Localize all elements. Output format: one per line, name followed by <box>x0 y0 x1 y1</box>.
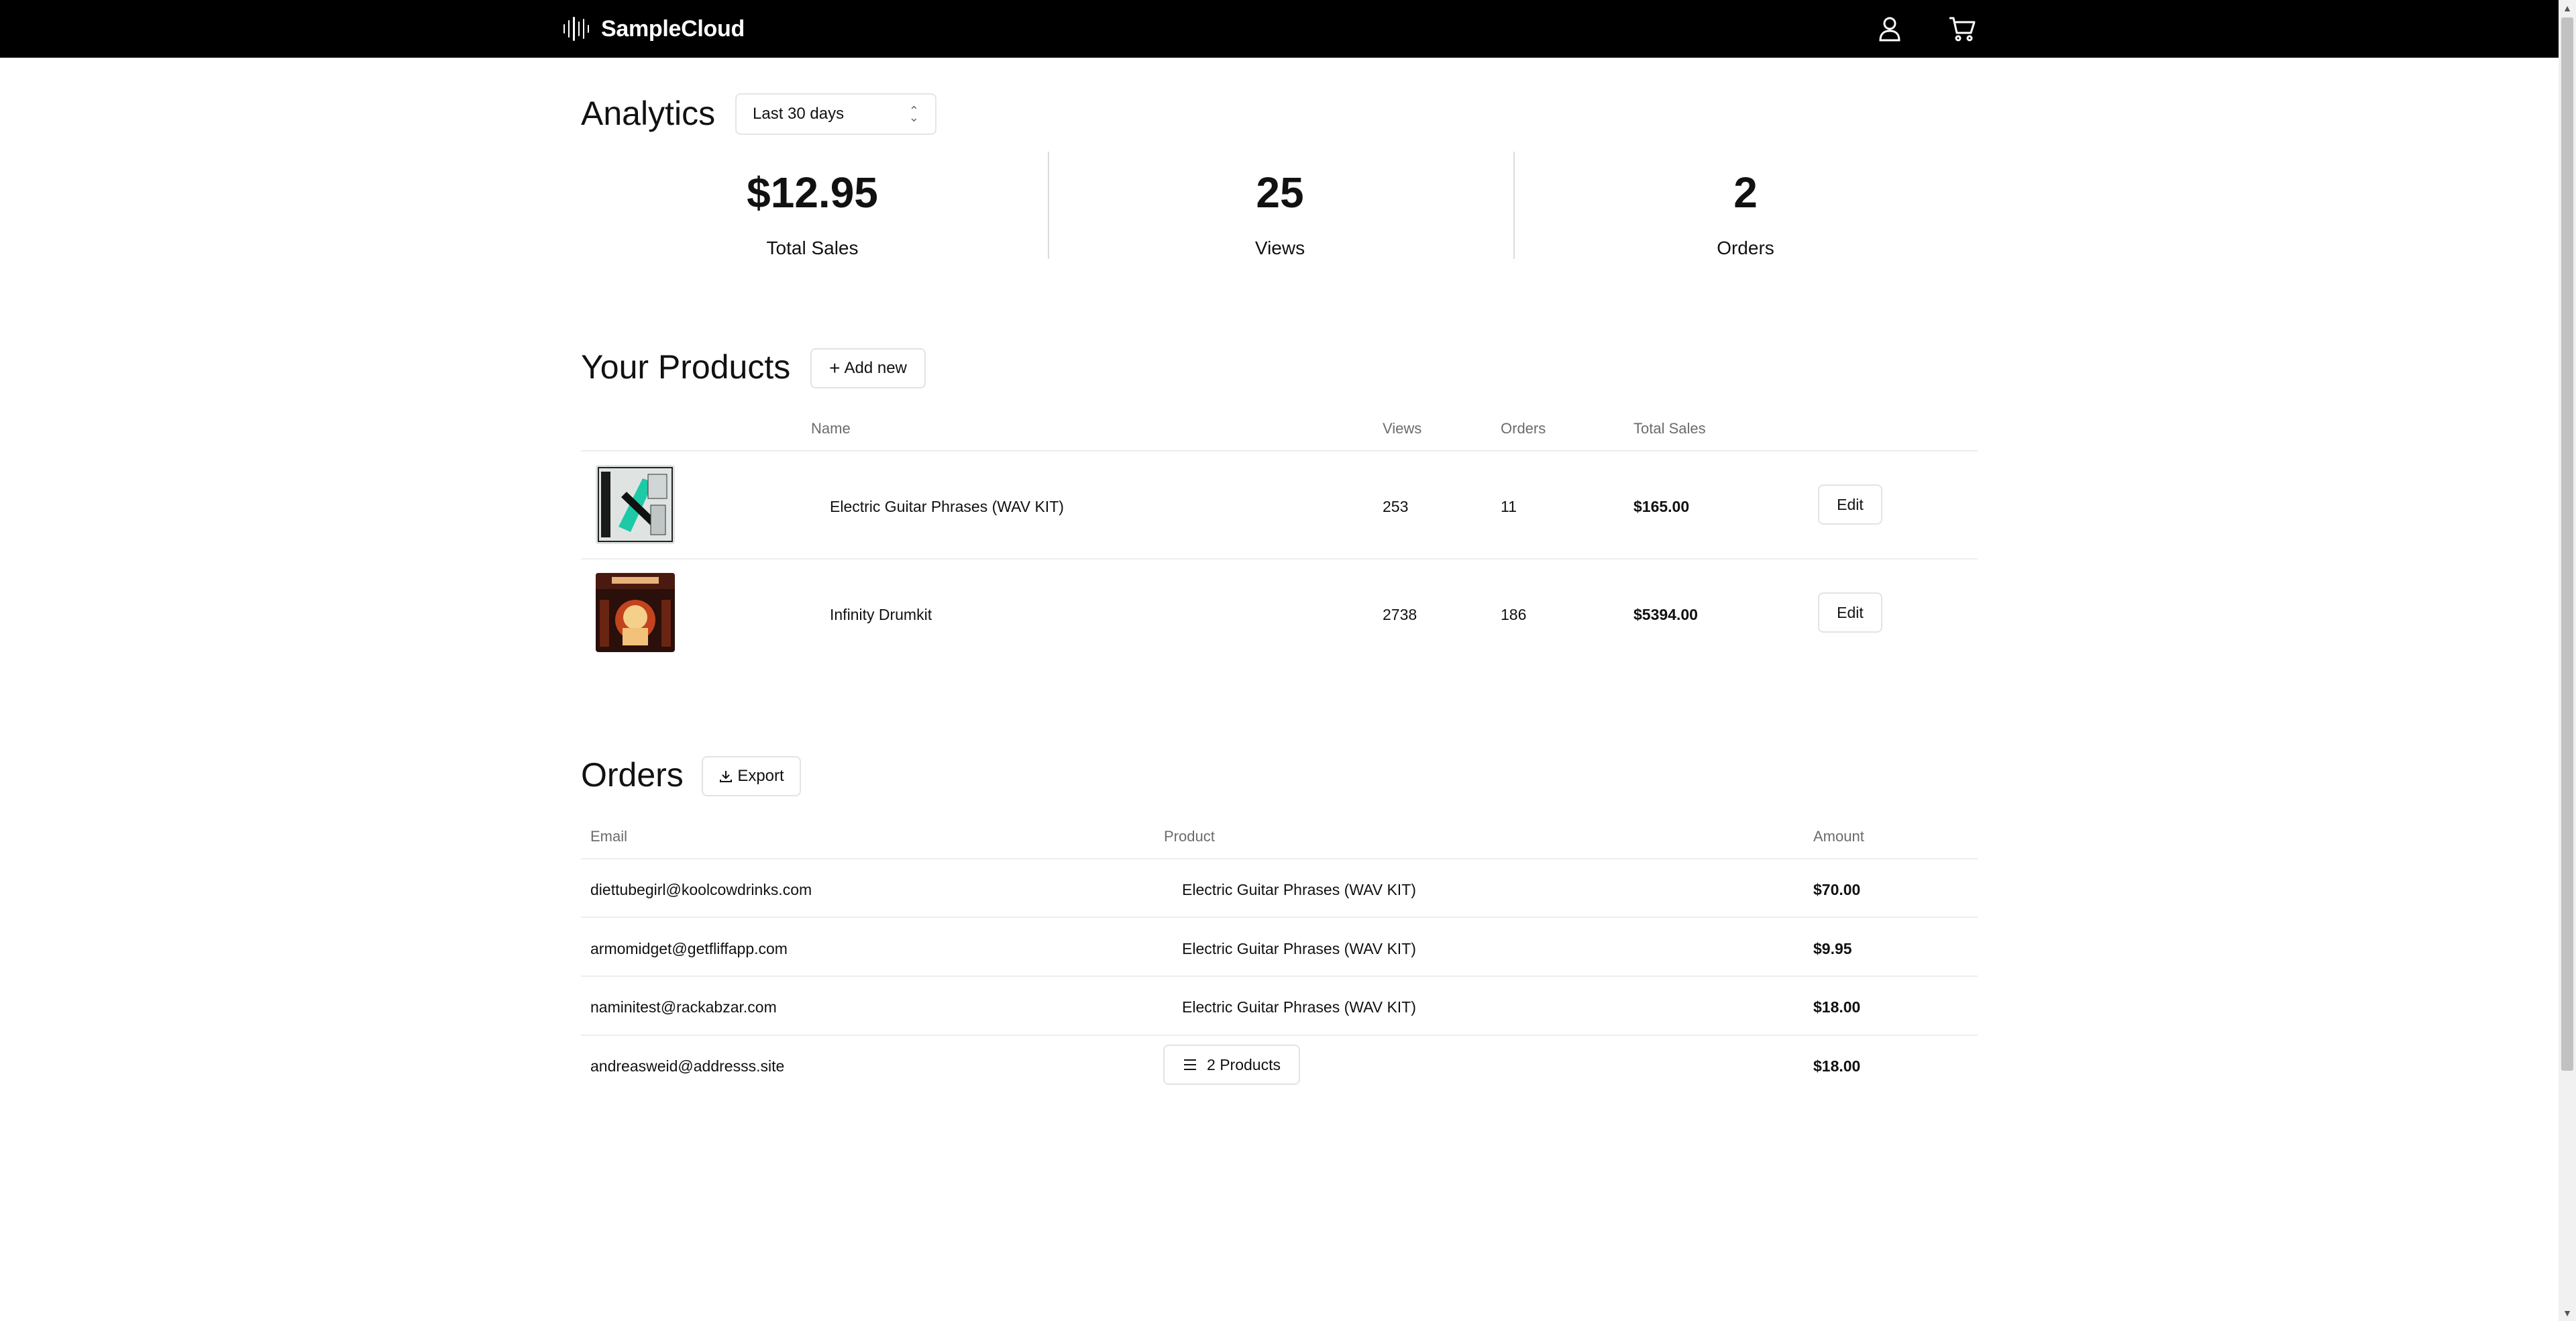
date-range-select[interactable]: Last 30 days ⌃ ⌄ <box>735 93 936 135</box>
scroll-up-icon[interactable]: ▲ <box>2559 0 2576 16</box>
column-header-email[interactable]: Email <box>590 828 627 845</box>
order-email[interactable]: diettubegirl@koolcowdrinks.com <box>590 881 812 899</box>
top-navbar: SampleCloud <box>0 0 2559 58</box>
products-title: Your Products <box>581 348 791 386</box>
stat-total-sales: $12.95 Total Sales <box>581 152 1044 259</box>
user-icon[interactable] <box>1874 13 1905 44</box>
divider <box>581 916 1978 918</box>
scroll-down-icon[interactable]: ▼ <box>2559 1305 2576 1321</box>
stat-orders: 2 Orders <box>1513 152 1976 259</box>
product-views: 2738 <box>1383 606 1417 623</box>
divider <box>581 858 1978 859</box>
product-name[interactable]: Infinity Drumkit <box>830 606 932 624</box>
column-header-product[interactable]: Product <box>1164 828 1215 845</box>
product-name[interactable]: Electric Guitar Phrases (WAV KIT) <box>830 498 1064 516</box>
column-header-name[interactable]: Name <box>811 420 851 437</box>
divider <box>581 450 1978 452</box>
download-icon <box>720 771 733 782</box>
page-scrollbar[interactable]: ▲ ▼ <box>2559 0 2576 1321</box>
scrollbar-thumb[interactable] <box>2561 17 2573 1071</box>
waveform-icon <box>564 17 590 41</box>
stat-value: $12.95 <box>747 168 878 217</box>
product-orders: 186 <box>1501 606 1527 623</box>
column-header-views[interactable]: Views <box>1383 420 1421 437</box>
stat-label: Orders <box>1717 237 1774 258</box>
add-new-label: Add new <box>844 359 907 377</box>
orders-title: Orders <box>581 756 684 794</box>
order-product: 2 Products <box>1207 1055 1281 1073</box>
product-orders: 11 <box>1501 498 1517 515</box>
export-button[interactable]: Export <box>702 756 801 796</box>
stat-value: 2 <box>1733 168 1758 217</box>
cover-infinity-drumkit <box>596 573 675 652</box>
export-label: Export <box>737 767 784 785</box>
column-header-orders[interactable]: Orders <box>1501 420 1546 437</box>
product-views: 253 <box>1383 498 1409 515</box>
brand-name: SampleCloud <box>601 15 745 42</box>
add-new-button[interactable]: + Add new <box>810 348 926 388</box>
column-header-total-sales[interactable]: Total Sales <box>1633 420 1706 437</box>
brand-logo[interactable]: SampleCloud <box>564 16 745 42</box>
list-icon <box>1184 1059 1197 1070</box>
order-email[interactable]: naminitest@rackabzar.com <box>590 998 777 1016</box>
divider <box>581 1035 1978 1036</box>
order-email[interactable]: andreasweid@addresss.site <box>590 1057 784 1075</box>
column-header-amount[interactable]: Amount <box>1813 828 1864 845</box>
cart-icon[interactable] <box>1947 13 1978 44</box>
stat-label: Views <box>1254 237 1305 258</box>
edit-button[interactable]: Edit <box>1818 592 1882 633</box>
edit-button[interactable]: Edit <box>1818 484 1882 525</box>
analytics-title: Analytics <box>581 95 716 132</box>
order-product[interactable]: Electric Guitar Phrases (WAV KIT) <box>1182 940 1416 958</box>
divider <box>581 975 1978 977</box>
product-total-sales: $165.00 <box>1633 498 1690 515</box>
stat-value: 25 <box>1256 168 1304 217</box>
stat-views: 25 Views <box>1048 152 1511 259</box>
order-email[interactable]: armomidget@getfliffapp.com <box>590 940 788 958</box>
order-product[interactable]: Electric Guitar Phrases (WAV KIT) <box>1182 881 1416 899</box>
product-total-sales: $5394.00 <box>1633 606 1698 623</box>
order-amount: $18.00 <box>1813 1057 1861 1075</box>
order-amount: $9.95 <box>1813 940 1852 957</box>
plus-icon: + <box>829 358 841 378</box>
order-amount: $18.00 <box>1813 998 1861 1016</box>
date-range-value: Last 30 days <box>753 105 845 123</box>
products-list-button[interactable]: 2 Products <box>1163 1045 1300 1085</box>
chevron-updown-icon: ⌃ ⌄ <box>908 104 919 124</box>
order-amount: $70.00 <box>1813 881 1861 898</box>
stat-label: Total Sales <box>766 237 859 258</box>
order-product[interactable]: Electric Guitar Phrases (WAV KIT) <box>1182 998 1416 1016</box>
divider <box>581 558 1978 560</box>
cover-electric-guitar <box>596 465 675 544</box>
